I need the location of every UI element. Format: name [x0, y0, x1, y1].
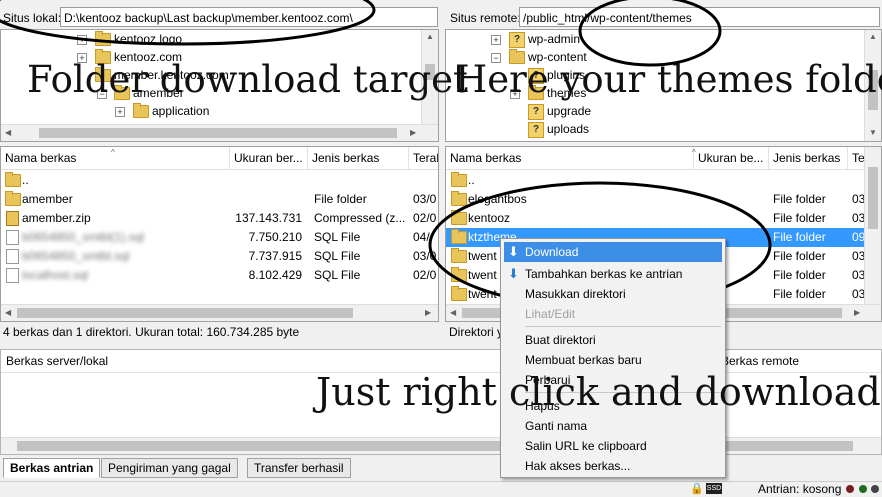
- menu-item-create-file[interactable]: Membuat berkas baru: [525, 350, 642, 370]
- menu-item-enter-directory[interactable]: Masukkan direktori: [525, 284, 626, 304]
- menu-item-file-permissions[interactable]: Hak akses berkas...: [525, 456, 630, 476]
- menu-item-rename[interactable]: Ganti nama: [525, 416, 587, 436]
- download-icon: ⬇: [508, 244, 519, 259]
- context-menu: ⬇ Download ⬇ Tambahkan berkas ke antrian…: [500, 238, 726, 478]
- annotation-text-local: Folder download target: [27, 58, 468, 101]
- menu-item-view-edit: Lihat/Edit: [525, 307, 576, 321]
- menu-item-create-directory[interactable]: Buat direktori: [525, 330, 596, 350]
- annotation-text-instruction: Just right click and download: [316, 370, 881, 414]
- annotation-ellipse-remote: [578, 0, 722, 67]
- menu-item-download[interactable]: Download: [525, 242, 578, 262]
- add-to-queue-icon: ⬇: [508, 266, 519, 281]
- annotation-text-remote: Here your themes folder: [455, 58, 882, 101]
- menu-separator: [525, 326, 721, 327]
- menu-item-copy-url[interactable]: Salin URL ke clipboard: [525, 436, 647, 456]
- annotation-ellipse-local: [0, 0, 376, 46]
- menu-item-add-to-queue[interactable]: Tambahkan berkas ke antrian: [525, 264, 682, 284]
